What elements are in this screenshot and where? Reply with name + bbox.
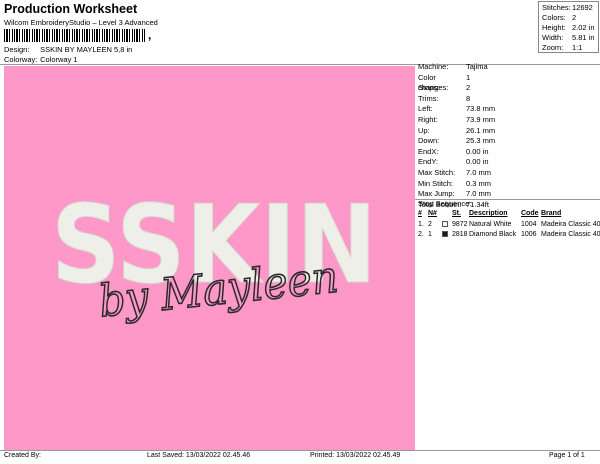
info-value: 2	[466, 83, 471, 93]
info-key: Trims:	[418, 93, 439, 103]
info-value: 26.1 mm	[466, 125, 496, 135]
info-row: Stops: 2	[415, 83, 600, 94]
colorway-value: Colorway 1	[40, 55, 78, 64]
stat-row: Zoom: 1:1	[542, 43, 595, 53]
info-key: Max Stitch:	[418, 167, 456, 177]
header-swatch-spacer	[442, 209, 452, 219]
info-value: 73.9 mm	[466, 114, 496, 124]
stat-value: 1:1	[572, 43, 583, 52]
info-value: 1	[466, 72, 471, 82]
header-code: Code	[521, 210, 539, 217]
printed-date: Printed: 13/03/2022 02.45.49	[310, 452, 401, 459]
software-subtitle: Wilcom EmbroideryStudio – Level 3 Advanc…	[4, 18, 158, 27]
header-hash: #	[418, 210, 422, 217]
row-thread-number: 2818	[452, 231, 468, 238]
page-title: Production Worksheet	[4, 2, 138, 16]
info-value: 73.8 mm	[466, 104, 496, 114]
stat-row: Colors: 2	[542, 13, 595, 23]
colorway-label: Colorway:	[4, 55, 38, 64]
created-by: Created By:	[4, 452, 41, 459]
stat-value: 5.81 in	[572, 33, 595, 42]
info-key: Machine:	[418, 62, 449, 71]
info-key: Down:	[418, 136, 440, 146]
row-thread-number: 9872	[452, 221, 468, 228]
row-description: Natural White	[469, 221, 512, 228]
stat-row: Stitches: 12692	[542, 3, 595, 13]
info-key: Min Stitch:	[418, 178, 454, 188]
stat-key: Zoom:	[542, 43, 564, 52]
thread-swatch-icon	[442, 220, 452, 230]
last-saved: Last Saved: 13/03/2022 02.45.46	[147, 452, 251, 459]
info-value: 0.00 in	[466, 146, 489, 156]
info-row: Up: 26.1 mm	[415, 126, 600, 137]
design-label: Design:	[4, 45, 30, 54]
colorway-line: Colorway: Colorway 1	[4, 55, 78, 64]
info-row: Min Stitch: 0.3 mm	[415, 179, 600, 190]
row-index: 2.	[418, 231, 424, 238]
stop-sequence-title: Stop Sequence:	[418, 199, 472, 208]
header-brand: Brand	[541, 210, 562, 217]
design-value: SSKIN BY MAYLEEN 5,8 in	[40, 45, 133, 54]
info-key: Right:	[418, 114, 438, 124]
info-key: Up:	[418, 125, 430, 135]
info-key: Stops:	[418, 83, 440, 93]
info-key: EndX:	[418, 146, 439, 156]
header-st: St.	[452, 210, 461, 217]
info-value: 8	[466, 93, 471, 103]
svg-text:by Mayleen: by Mayleen	[97, 254, 341, 324]
info-row: Right: 73.9 mm	[415, 115, 600, 126]
info-row: Max Stitch: 7.0 mm	[415, 168, 600, 179]
barcode-tail: ,	[148, 28, 152, 42]
info-value: 7.0 mm	[466, 167, 492, 177]
machine-info: Machine: Tajima Color changes: 1 Stops: 2 T…	[415, 62, 600, 210]
row-code: 1006	[521, 231, 537, 238]
info-row: Machine: Tajima	[415, 62, 600, 73]
info-row: EndY: 0.00 in	[415, 157, 600, 168]
stats-box: Stitches: 12692 Colors: 2 Height: 2.02 in W…	[538, 1, 599, 53]
stat-key: Width:	[542, 33, 564, 42]
row-index: 1.	[418, 221, 424, 228]
row-needle: 2	[428, 221, 432, 228]
info-value: Tajima	[466, 62, 488, 71]
info-key: Color changes:	[418, 72, 449, 93]
row-brand: Madeira Classic 40	[541, 231, 600, 238]
header-description: Description	[469, 210, 508, 217]
stat-value: 12692	[572, 3, 593, 12]
stat-row: Height: 2.02 in	[542, 23, 595, 33]
stat-value: 2	[572, 13, 577, 22]
thread-swatch-icon	[442, 230, 452, 240]
design-line: Design: SSKIN BY MAYLEEN 5,8 in	[4, 45, 132, 54]
row-needle: 1	[428, 231, 432, 238]
info-row: Down: 25.3 mm	[415, 136, 600, 147]
stat-key: Height:	[542, 23, 566, 32]
stat-key: Colors:	[542, 13, 566, 22]
stat-row: Width: 5.81 in	[542, 33, 595, 43]
page-number: Page 1 of 1	[549, 452, 585, 459]
footer-divider	[0, 450, 600, 451]
info-row: Trims: 8	[415, 94, 600, 105]
design-preview[interactable]: SSKIN by Mayleen	[4, 66, 415, 450]
stat-value: 2.02 in	[572, 23, 595, 32]
row-description: Diamond Black	[469, 231, 517, 238]
info-value: 0.00 in	[466, 157, 489, 167]
info-row: Color changes: 1	[415, 72, 600, 93]
info-row: Left: 73.8 mm	[415, 104, 600, 115]
row-code: 1004	[521, 221, 537, 228]
info-key: EndY:	[418, 157, 439, 167]
info-key: Left:	[418, 104, 433, 114]
design-script-text: by Mayleen	[96, 254, 342, 324]
barcode	[4, 29, 146, 42]
stop-sequence-header: # N# St. Description Code Brand	[418, 209, 600, 219]
row-brand: Madeira Classic 40	[541, 221, 600, 228]
stat-key: Stitches:	[542, 3, 571, 12]
info-value: 0.3 mm	[466, 178, 492, 188]
stop-sequence-row: 1. 2 9872 Natural White 1004 Madeira Cla…	[418, 220, 600, 230]
info-value: 25.3 mm	[466, 136, 496, 146]
header-n: N#	[428, 210, 437, 217]
info-row: EndX: 0.00 in	[415, 147, 600, 158]
stop-sequence-row: 2. 1 2818 Diamond Black 1006 Madeira Cla…	[418, 230, 600, 240]
